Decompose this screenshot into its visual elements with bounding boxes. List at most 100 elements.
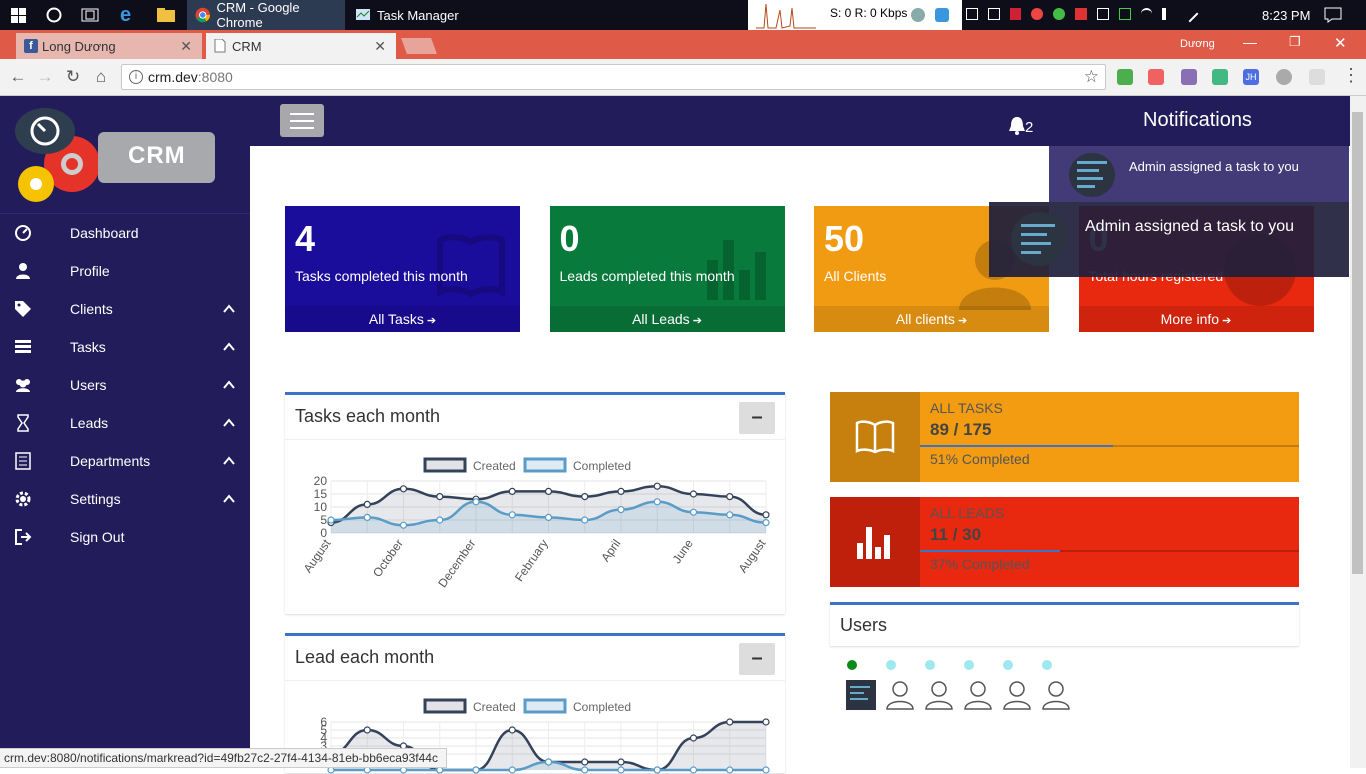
collapse-button[interactable]: – — [739, 643, 775, 675]
tray-app-icon[interactable] — [910, 7, 926, 23]
data-point[interactable] — [544, 758, 553, 766]
data-point[interactable] — [653, 498, 661, 506]
data-point[interactable] — [617, 487, 625, 496]
tray-icon[interactable] — [987, 8, 1000, 20]
chrome-menu-icon[interactable]: ⋮ — [1342, 65, 1360, 86]
notification-item[interactable]: Admin assigned a task to you — [1049, 146, 1349, 202]
reload-icon[interactable]: ↻ — [63, 67, 83, 87]
close-tab-icon[interactable]: ✕ — [374, 38, 386, 55]
stat-link[interactable]: All clients ➔ — [814, 306, 1049, 332]
data-point[interactable] — [762, 511, 770, 519]
data-point[interactable] — [436, 516, 444, 524]
user-avatar-icon[interactable] — [886, 680, 914, 710]
edge-icon[interactable]: e — [120, 5, 140, 25]
sidebar-item-departments[interactable]: Departments — [0, 442, 250, 480]
user-avatar-icon[interactable] — [964, 680, 992, 710]
vue-devtools-icon[interactable] — [1212, 69, 1228, 85]
data-point[interactable] — [508, 487, 516, 496]
address-bar[interactable]: i crm.dev:8080 ☆ — [121, 64, 1106, 90]
extension-icon[interactable] — [1276, 69, 1292, 85]
tab-long-duong[interactable]: f Long Dương ✕ — [16, 33, 202, 59]
tray-icon[interactable] — [1031, 8, 1044, 20]
bookmark-star-icon[interactable]: ☆ — [1084, 65, 1099, 89]
tray-app-icon[interactable] — [934, 7, 950, 23]
profile-name[interactable]: Dương — [1180, 38, 1215, 50]
data-point[interactable] — [617, 758, 625, 766]
user-avatar-icon[interactable] — [1003, 680, 1031, 710]
tray-icon[interactable] — [966, 8, 978, 20]
data-point[interactable] — [399, 485, 408, 493]
close-tab-icon[interactable]: ✕ — [180, 38, 192, 55]
bell-icon[interactable] — [1008, 116, 1026, 136]
restore-icon[interactable]: ❐ — [1289, 34, 1301, 50]
data-point[interactable] — [617, 505, 625, 514]
legend-swatch[interactable] — [423, 698, 467, 714]
home-icon[interactable]: ⌂ — [91, 67, 111, 87]
data-point[interactable] — [363, 500, 371, 509]
tray-icon[interactable] — [1118, 8, 1131, 20]
data-point[interactable] — [762, 718, 770, 726]
data-point[interactable] — [327, 516, 335, 524]
stat-link[interactable]: More info ➔ — [1078, 306, 1314, 332]
sidebar-item-sign-out[interactable]: Sign Out — [0, 518, 250, 556]
data-point[interactable] — [399, 521, 408, 529]
legend-swatch[interactable] — [523, 457, 567, 473]
scrollbar-thumb[interactable] — [1352, 112, 1363, 574]
tray-icon[interactable] — [1096, 8, 1109, 20]
sidebar-item-dashboard[interactable]: Dashboard — [0, 214, 250, 252]
notification-toast[interactable]: Admin assigned a task to you — [989, 202, 1349, 277]
notifications-title[interactable]: Notifications — [1143, 109, 1252, 132]
action-center-icon[interactable] — [1324, 7, 1342, 23]
sidebar-item-settings[interactable]: Settings — [0, 480, 250, 518]
legend-swatch[interactable] — [423, 457, 467, 473]
data-point[interactable] — [762, 518, 770, 527]
tab-crm[interactable]: CRM ✕ — [206, 33, 396, 59]
tray-icon[interactable] — [1009, 8, 1022, 20]
tray-icon[interactable] — [1053, 8, 1066, 20]
data-point[interactable] — [726, 511, 734, 519]
cortana-icon[interactable] — [46, 7, 62, 23]
extension-icon[interactable] — [1181, 69, 1197, 85]
data-point[interactable] — [726, 492, 734, 501]
wifi-icon[interactable] — [1140, 8, 1153, 20]
tray-icon[interactable] — [1075, 8, 1087, 20]
menu-toggle-button[interactable] — [280, 104, 324, 137]
user-avatar-icon[interactable] — [925, 680, 953, 710]
task-view-icon[interactable] — [81, 8, 99, 22]
sidebar-item-profile[interactable]: Profile — [0, 252, 250, 290]
volume-icon[interactable] — [1162, 8, 1174, 20]
data-point[interactable] — [653, 482, 661, 490]
forward-icon[interactable]: → — [35, 67, 55, 87]
data-point[interactable] — [472, 498, 480, 506]
minimize-icon[interactable]: — — [1243, 34, 1257, 50]
data-point[interactable] — [581, 516, 589, 524]
extension-icon[interactable] — [1148, 69, 1164, 85]
extension-jh-icon[interactable]: JH — [1243, 69, 1259, 85]
data-point[interactable] — [508, 726, 516, 734]
taskbar-chrome[interactable]: CRM - Google Chrome — [187, 0, 345, 30]
legend-swatch[interactable] — [523, 698, 567, 714]
sidebar-item-clients[interactable]: Clients — [0, 290, 250, 328]
data-point[interactable] — [436, 492, 444, 501]
windows-start-icon[interactable] — [11, 8, 26, 23]
collapse-button[interactable]: – — [739, 402, 775, 434]
stat-link[interactable]: All Leads ➔ — [549, 306, 785, 332]
back-icon[interactable]: ← — [8, 67, 28, 87]
data-point[interactable] — [508, 511, 516, 519]
stat-link[interactable]: All Tasks ➔ — [285, 306, 520, 332]
sidebar-item-users[interactable]: Users — [0, 366, 250, 404]
crm-logo[interactable]: CRM — [12, 104, 217, 212]
data-point[interactable] — [363, 726, 371, 734]
sidebar-item-tasks[interactable]: Tasks — [0, 328, 250, 366]
data-point[interactable] — [689, 508, 698, 516]
info-icon[interactable]: i — [129, 70, 143, 84]
sidebar-item-leads[interactable]: Leads — [0, 404, 250, 442]
avatar[interactable] — [846, 680, 876, 710]
data-point[interactable] — [544, 487, 553, 496]
taskbar-task-manager[interactable]: Task Manager — [347, 0, 497, 30]
extension-shield-icon[interactable] — [1117, 69, 1133, 85]
data-point[interactable] — [689, 734, 698, 742]
data-point[interactable] — [581, 758, 589, 766]
data-point[interactable] — [363, 513, 371, 522]
new-tab-button[interactable] — [401, 38, 437, 54]
